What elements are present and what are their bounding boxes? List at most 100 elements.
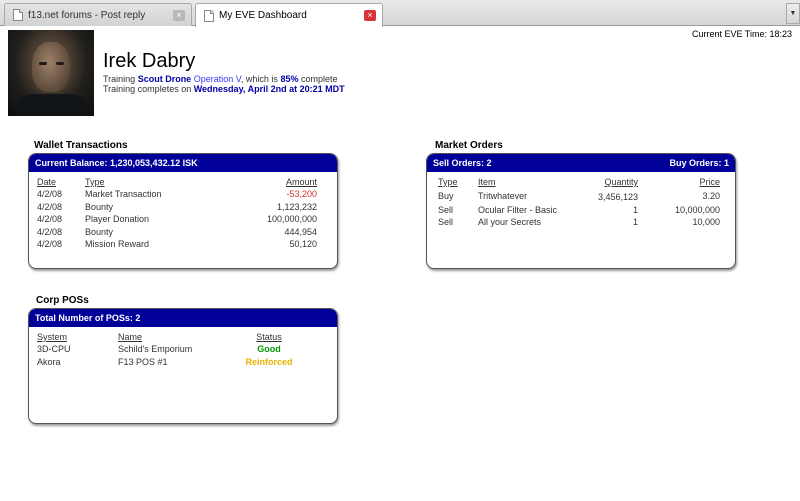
completion-date: Wednesday, April 2nd at 20:21 MDT: [193, 84, 345, 94]
col-status[interactable]: Status: [239, 331, 299, 343]
row-amount: -53,200: [286, 189, 317, 200]
col-name[interactable]: Name: [118, 331, 239, 343]
wallet-section-title: Wallet Transactions: [34, 140, 128, 151]
training-status: Training Scout Drone Operation V, which …: [103, 74, 345, 94]
row-type: Player Donation: [85, 214, 150, 225]
table-row: Akora F13 POS #1 Reinforced: [37, 356, 299, 369]
status-badge: Good: [257, 344, 281, 355]
table-row: 4/2/08 Bounty 1,123,232: [37, 201, 317, 214]
wallet-table: Date Type Amount 4/2/08 Market Transactio…: [37, 176, 317, 251]
row-price: 3.20: [702, 190, 720, 201]
current-balance: Current Balance: 1,230,053,432.12 ISK: [35, 158, 198, 168]
row-date: 4/2/08: [37, 239, 63, 250]
portrait-eye: [39, 62, 47, 65]
pos-section-title: Corp POSs: [36, 295, 89, 306]
table-header-row: Type Item Quantity Price: [438, 176, 720, 188]
training-percent: 85%: [280, 74, 299, 84]
row-amount: 444,954: [284, 226, 317, 237]
row-system: Akora: [37, 356, 61, 367]
table-header-row: System Name Status: [37, 331, 299, 343]
col-item[interactable]: Item: [478, 176, 576, 188]
buy-orders-count: Buy Orders: 1: [669, 158, 729, 168]
table-row: Buy Tritwhatever 3,456,123 3.20: [438, 188, 720, 204]
character-name: Irek Dabry: [103, 50, 196, 72]
row-date: 4/2/08: [37, 214, 63, 225]
training-line: Training Scout Drone Operation V, which …: [103, 74, 345, 84]
pos-header: Total Number of POSs: 2: [29, 309, 337, 327]
training-complete-line: Training completes on Wednesday, April 2…: [103, 84, 345, 94]
table-header-row: Date Type Amount: [37, 176, 317, 188]
row-item: Tritwhatever: [478, 190, 528, 201]
sell-orders-count: Sell Orders: 2: [433, 158, 492, 168]
skill-name[interactable]: Scout Drone: [138, 74, 192, 84]
eve-time: Current EVE Time: 18:23: [691, 29, 792, 39]
row-item: Ocular Filter - Basic: [478, 204, 558, 215]
row-quantity: 3,456,123: [597, 192, 638, 203]
row-quantity: 1: [632, 217, 638, 228]
market-panel: Sell Orders: 2 Buy Orders: 1 Type Item Q…: [426, 153, 736, 269]
row-date: 4/2/08: [37, 189, 63, 200]
training-suffix: complete: [298, 74, 338, 84]
portrait-collar: [16, 94, 86, 116]
completes-prefix: Training completes on: [103, 84, 194, 94]
row-type: Market Transaction: [85, 189, 162, 200]
col-system[interactable]: System: [37, 331, 118, 343]
row-name: F13 POS #1: [118, 356, 168, 367]
browser-tab-bar: f13.net forums - Post reply × My EVE Das…: [0, 0, 800, 27]
table-row: Sell All your Secrets 1 10,000: [438, 216, 720, 229]
col-type[interactable]: Type: [438, 176, 478, 188]
tab-list-dropdown-button[interactable]: ▼: [786, 3, 800, 24]
pos-panel: Total Number of POSs: 2 System Name Stat…: [28, 308, 338, 424]
row-date: 4/2/08: [37, 201, 63, 212]
market-table: Type Item Quantity Price Buy Tritwhatever…: [438, 176, 720, 229]
row-amount: 1,123,232: [276, 201, 317, 212]
table-row: Sell Ocular Filter - Basic 1 10,000,000: [438, 204, 720, 217]
row-type: Bounty: [85, 226, 114, 237]
row-date: 4/2/08: [37, 226, 63, 237]
portrait-eye: [56, 62, 64, 65]
col-type[interactable]: Type: [85, 176, 205, 188]
table-row: 4/2/08 Mission Reward 50,120: [37, 238, 317, 251]
table-row: 4/2/08 Market Transaction -53,200: [37, 188, 317, 201]
market-section-title: Market Orders: [435, 140, 503, 151]
training-mid: , which is: [240, 74, 281, 84]
market-header: Sell Orders: 2 Buy Orders: 1: [427, 154, 735, 172]
col-date[interactable]: Date: [37, 176, 85, 188]
page-icon: [204, 9, 214, 22]
row-type: Sell: [438, 204, 454, 215]
col-price[interactable]: Price: [638, 176, 720, 188]
tab-title: My EVE Dashboard: [219, 10, 307, 21]
row-price: 10,000,000: [674, 204, 720, 215]
table-row: 4/2/08 Player Donation 100,000,000: [37, 213, 317, 226]
tab-close-button[interactable]: ×: [173, 9, 185, 21]
row-type: Mission Reward: [85, 239, 150, 250]
wallet-panel: Current Balance: 1,230,053,432.12 ISK Da…: [28, 153, 338, 269]
row-quantity: 1: [632, 204, 638, 215]
portrait-face: [32, 42, 70, 92]
skill-level: Operation V: [193, 74, 241, 84]
tab-eve-dashboard[interactable]: My EVE Dashboard ×: [195, 3, 383, 27]
wallet-header: Current Balance: 1,230,053,432.12 ISK: [29, 154, 337, 172]
tab-title: f13.net forums - Post reply: [28, 9, 146, 21]
table-row: 3D-CPU Schild's Emporium Good: [37, 343, 299, 356]
row-amount: 100,000,000: [266, 214, 317, 225]
status-badge: Reinforced: [245, 356, 293, 367]
row-type: Sell: [438, 217, 454, 228]
tab-close-button[interactable]: ×: [364, 10, 376, 21]
row-amount: 50,120: [289, 239, 317, 250]
training-prefix: Training: [103, 74, 138, 84]
col-amount[interactable]: Amount: [205, 176, 317, 188]
row-system: 3D-CPU: [37, 344, 71, 355]
row-name: Schild's Emporium: [118, 344, 193, 355]
row-price: 10,000: [692, 217, 720, 228]
character-portrait: [8, 30, 94, 116]
col-quantity[interactable]: Quantity: [576, 176, 638, 188]
page-icon: [13, 9, 23, 21]
tab-f13-forums[interactable]: f13.net forums - Post reply ×: [4, 3, 192, 26]
pos-total: Total Number of POSs: 2: [35, 313, 141, 323]
row-item: All your Secrets: [478, 217, 542, 228]
pos-table: System Name Status 3D-CPU Schild's Empori…: [37, 331, 299, 368]
row-type: Buy: [438, 190, 454, 201]
row-type: Bounty: [85, 201, 114, 212]
table-row: 4/2/08 Bounty 444,954: [37, 226, 317, 239]
